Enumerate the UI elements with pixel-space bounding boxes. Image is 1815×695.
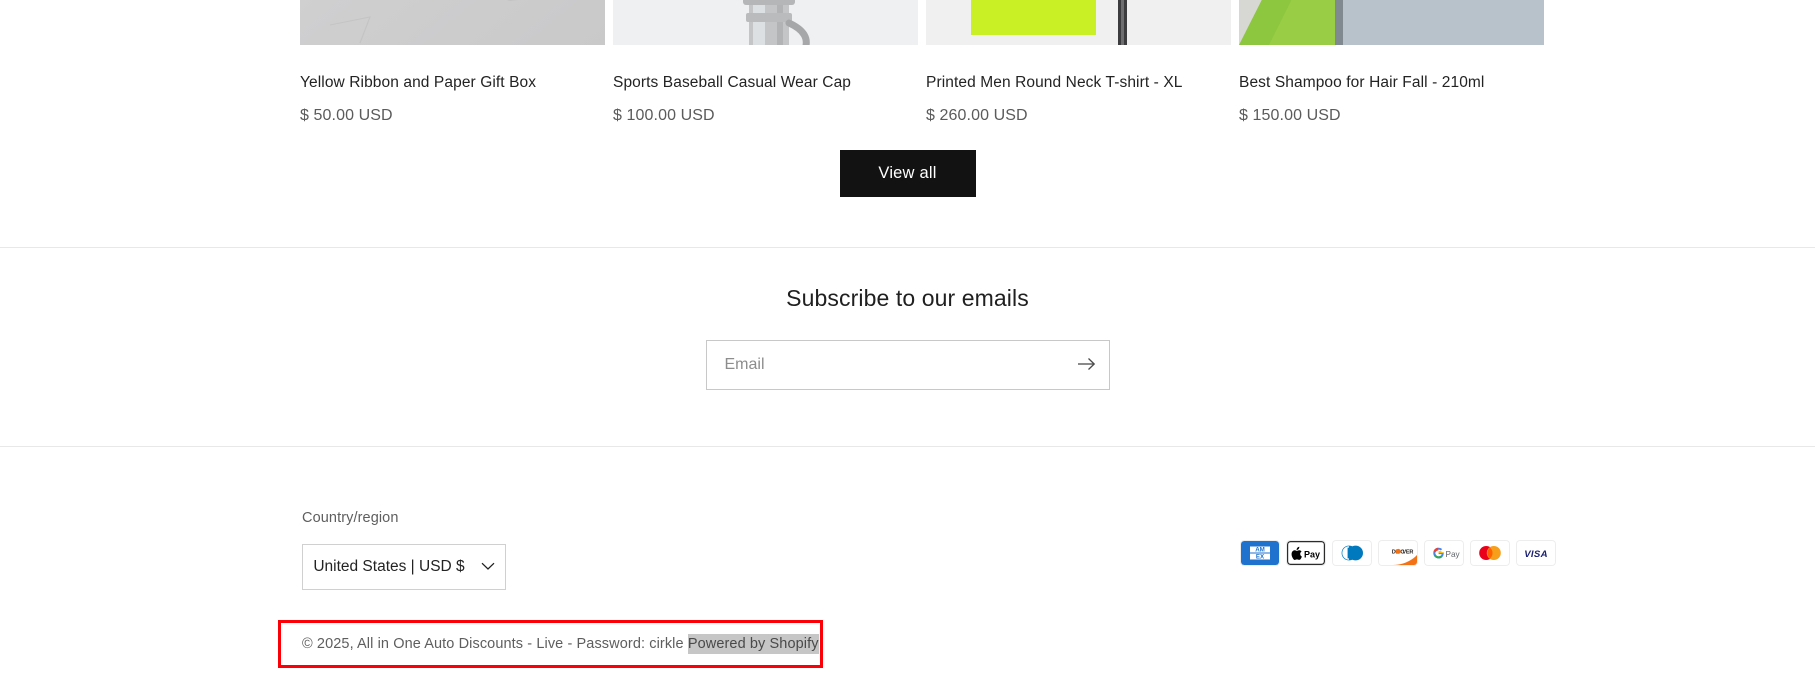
product-price: $ 150.00 USD	[1239, 106, 1341, 124]
chevron-down-icon	[481, 558, 495, 576]
email-input[interactable]	[705, 340, 1110, 390]
product-grid: Yellow Ribbon and Paper Gift Box $ 50.00…	[300, 0, 1544, 125]
product-title[interactable]: Yellow Ribbon and Paper Gift Box	[300, 72, 605, 94]
product-price: $ 50.00 USD	[300, 106, 393, 124]
product-card[interactable]: Sports Baseball Casual Wear Cap $ 100.00…	[613, 0, 918, 125]
product-price: $ 260.00 USD	[926, 106, 1028, 124]
product-title[interactable]: Best Shampoo for Hair Fall - 210ml	[1239, 72, 1544, 94]
product-image-yellow-green-fabric[interactable]	[926, 0, 1231, 45]
product-title[interactable]: Sports Baseball Casual Wear Cap	[613, 72, 918, 94]
product-price: $ 100.00 USD	[613, 106, 715, 124]
view-all-container: View all	[0, 150, 1815, 197]
section-divider-top	[0, 247, 1815, 248]
newsletter-form	[705, 340, 1110, 390]
mastercard-icon	[1471, 541, 1509, 565]
storefront-footer-page: Yellow Ribbon and Paper Gift Box $ 50.00…	[0, 0, 1815, 695]
newsletter-submit-button[interactable]	[1065, 341, 1109, 389]
diners-club-icon	[1333, 541, 1371, 565]
country-region-selector[interactable]: United States | USD $	[302, 544, 506, 590]
arrow-right-icon	[1077, 357, 1096, 374]
newsletter-heading: Subscribe to our emails	[786, 285, 1029, 311]
view-all-button[interactable]: View all	[839, 150, 976, 197]
product-card[interactable]: Best Shampoo for Hair Fall - 210ml $ 150…	[1239, 0, 1544, 125]
svg-text:VISA: VISA	[1524, 549, 1548, 560]
svg-text:AM: AM	[1255, 547, 1265, 554]
product-title[interactable]: Printed Men Round Neck T-shirt - XL	[926, 72, 1231, 94]
powered-by-shopify-link[interactable]: Powered by Shopify	[687, 634, 819, 654]
product-image-green-triangle-gray[interactable]	[1239, 0, 1544, 45]
svg-text:VER: VER	[1402, 549, 1413, 555]
country-region-value: United States | USD $	[313, 558, 465, 575]
newsletter-section: Subscribe to our emails	[0, 285, 1815, 390]
payment-methods-list: AM EX Pay D	[1241, 541, 1555, 565]
copyright-prefix: © 2025,	[302, 636, 358, 652]
discover-icon: DISC VER	[1379, 541, 1417, 565]
american-express-icon: AM EX	[1241, 541, 1279, 565]
svg-text:EX: EX	[1256, 554, 1265, 561]
google-pay-icon: Pay	[1425, 541, 1463, 565]
product-card[interactable]: Yellow Ribbon and Paper Gift Box $ 50.00…	[300, 0, 605, 125]
product-card[interactable]: Printed Men Round Neck T-shirt - XL $ 26…	[926, 0, 1231, 125]
product-image-metal-bottle-neck[interactable]	[613, 0, 918, 45]
section-divider-bottom	[0, 446, 1815, 447]
shop-name-link[interactable]: All in One Auto Discounts - Live - Passw…	[357, 636, 684, 652]
svg-text:Pay: Pay	[1304, 549, 1320, 559]
svg-text:Pay: Pay	[1446, 550, 1461, 559]
visa-icon: VISA	[1517, 541, 1555, 565]
product-image-concrete-stone-texture[interactable]	[300, 0, 605, 45]
country-region-label: Country/region	[302, 510, 399, 526]
apple-pay-icon: Pay	[1287, 541, 1325, 565]
copyright-line: © 2025, All in One Auto Discounts - Live…	[302, 634, 819, 654]
